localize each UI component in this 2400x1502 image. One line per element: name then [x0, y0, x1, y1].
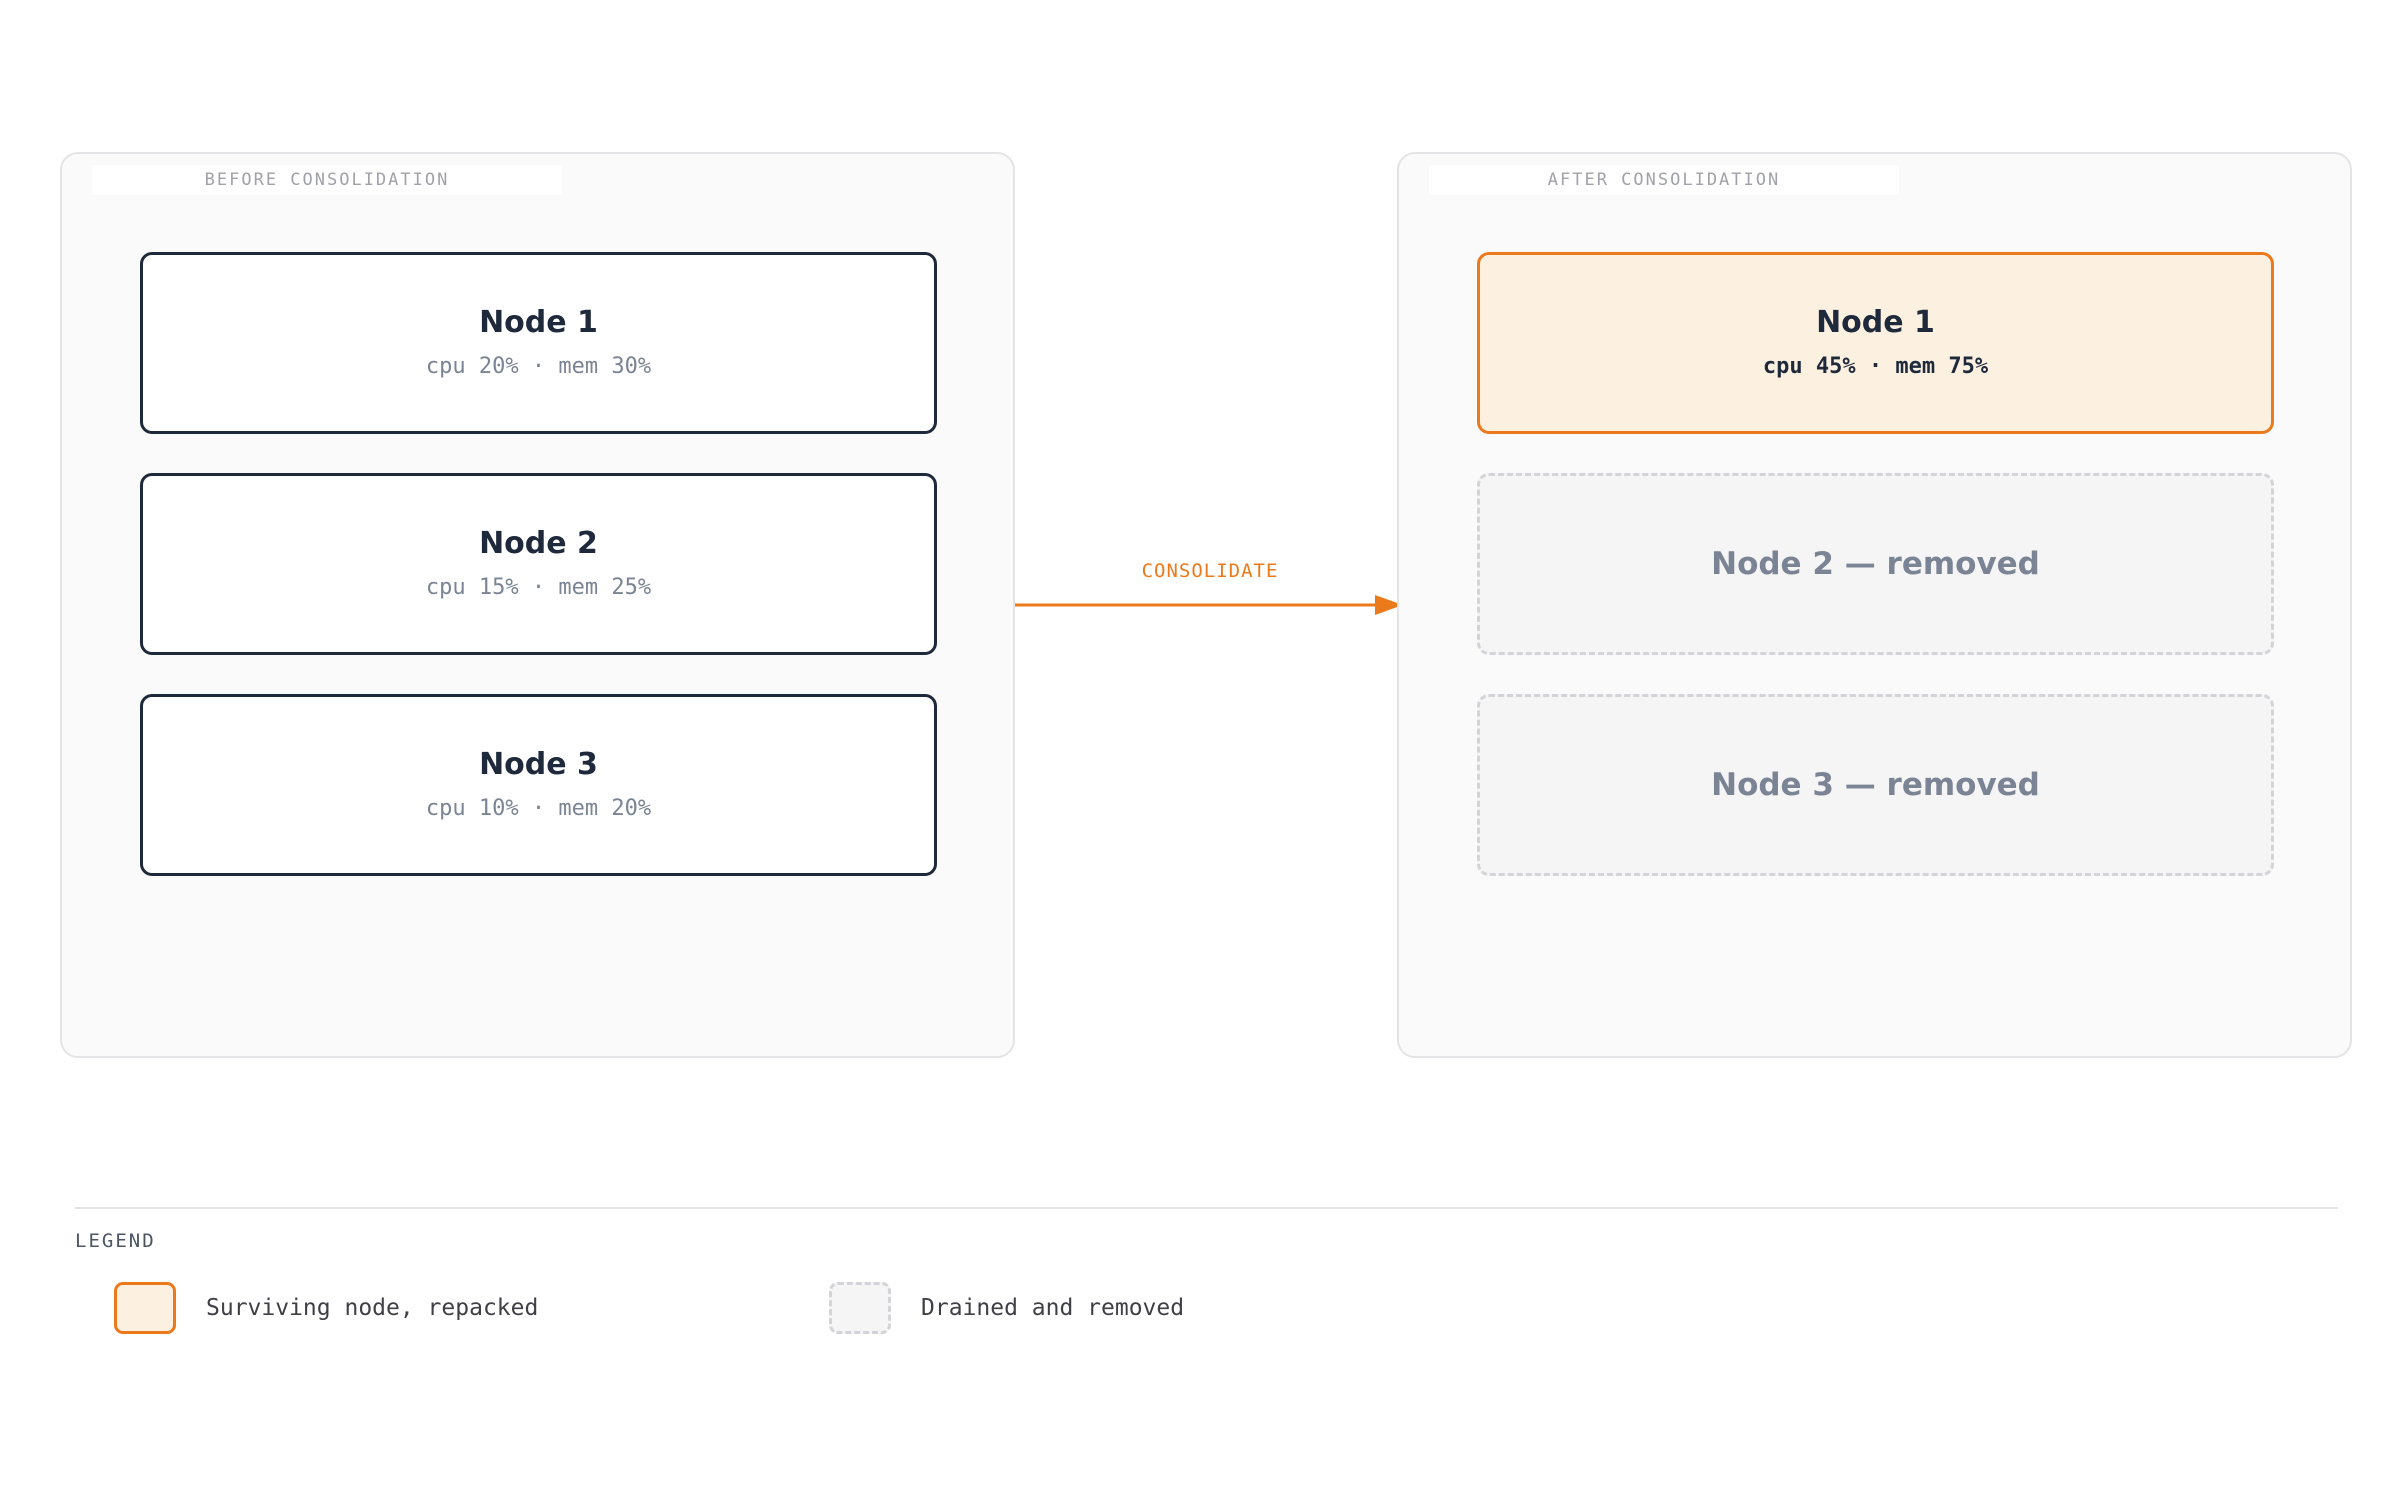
- after-consolidation-panel: AFTER CONSOLIDATION Node 1 cpu 45% · mem…: [1397, 152, 2352, 1058]
- node-usage: cpu 10% · mem 20%: [425, 796, 652, 821]
- legend-title: LEGEND: [75, 1230, 156, 1252]
- consolidate-arrow-label: CONSOLIDATE: [1141, 560, 1279, 582]
- before-node-3: Node 3 cpu 10% · mem 20%: [140, 694, 937, 876]
- before-node-2: Node 2 cpu 15% · mem 25%: [140, 473, 937, 655]
- node-title: Node 1: [479, 305, 598, 340]
- legend-swatch-removed: [829, 1282, 891, 1334]
- node-usage: cpu 15% · mem 25%: [425, 575, 652, 600]
- node-title: Node 1: [1816, 305, 1935, 340]
- before-consolidation-panel: BEFORE CONSOLIDATION Node 1 cpu 20% · me…: [60, 152, 1015, 1058]
- legend-label: Drained and removed: [921, 1295, 1185, 1321]
- after-node-2-removed: Node 2 — removed: [1477, 473, 2274, 655]
- after-node-3-removed: Node 3 — removed: [1477, 694, 2274, 876]
- node-title: Node 2 — removed: [1711, 545, 2040, 582]
- node-title: Node 3 — removed: [1711, 766, 2040, 803]
- panel-label-before: BEFORE CONSOLIDATION: [92, 165, 562, 195]
- node-title: Node 2: [479, 526, 598, 561]
- node-usage: cpu 20% · mem 30%: [425, 354, 652, 379]
- node-usage: cpu 45% · mem 75%: [1762, 354, 1989, 379]
- legend-item-removed: Drained and removed: [829, 1282, 1184, 1334]
- legend-divider: [75, 1207, 2338, 1209]
- legend-label: Surviving node, repacked: [206, 1295, 539, 1321]
- consolidate-arrow: [1015, 595, 1403, 615]
- legend-item-survivor: Surviving node, repacked: [114, 1282, 538, 1334]
- before-node-1: Node 1 cpu 20% · mem 30%: [140, 252, 937, 434]
- after-node-1-survivor: Node 1 cpu 45% · mem 75%: [1477, 252, 2274, 434]
- panel-label-after: AFTER CONSOLIDATION: [1429, 165, 1899, 195]
- legend-swatch-survivor: [114, 1282, 176, 1334]
- node-title: Node 3: [479, 747, 598, 782]
